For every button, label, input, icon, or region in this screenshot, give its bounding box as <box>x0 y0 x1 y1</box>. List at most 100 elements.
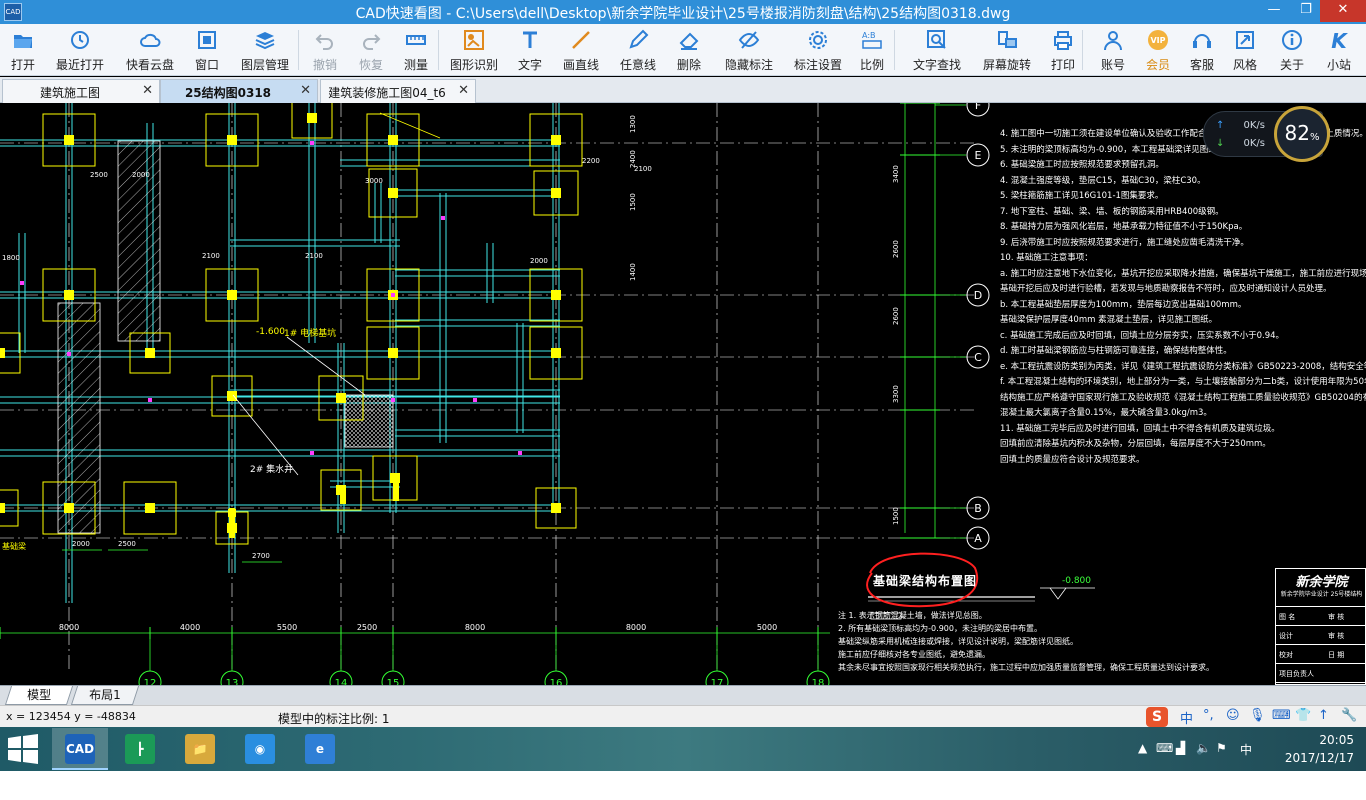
dimension-text: 8000 <box>465 623 485 632</box>
ime-item-icon[interactable]: 👕 <box>1295 708 1311 723</box>
layout-tab[interactable]: 模型 <box>4 686 74 705</box>
axis-bubble-label: D <box>974 289 982 302</box>
dim-settings-label: 标注设置 <box>793 58 842 72</box>
mini-button[interactable]: K 小站 <box>1318 26 1360 74</box>
cloud-button[interactable]: 快看云盘 <box>120 26 180 74</box>
axis-bubble-label: B <box>974 502 982 515</box>
column <box>64 290 74 300</box>
status-bar: x = 123454 y = -48834 模型中的标注比例: 1 S 中 °, ☺… <box>0 705 1366 727</box>
style-button[interactable]: 风格 <box>1226 26 1264 74</box>
freeline-button[interactable]: 任意线 <box>614 26 662 74</box>
taskbar-app-internet-explorer[interactable]: e <box>292 728 348 770</box>
ime-item-icon[interactable]: 🎙 <box>1249 708 1266 723</box>
line-button[interactable]: 画直线 <box>558 26 604 74</box>
ime-item-icon[interactable]: ↑ <box>1318 708 1329 723</box>
network-icon[interactable]: ▟ <box>1176 741 1185 755</box>
axis-bubble-label: 17 <box>711 678 724 685</box>
layout-tab-label: 模型 <box>27 688 52 702</box>
print-button[interactable]: 打印 <box>1044 26 1082 74</box>
scale-button[interactable]: A:B 比例 <box>852 26 892 74</box>
download-speed: 0K/s <box>1243 138 1265 149</box>
clock-date[interactable]: 2017/12/17 <box>1285 751 1354 765</box>
about-button[interactable]: 关于 <box>1274 26 1310 74</box>
document-tab[interactable]: 建筑施工图 ✕ <box>2 79 160 103</box>
dimension-text: 1500 <box>892 507 900 525</box>
rotate-button[interactable]: 屏幕旋转 <box>976 26 1038 74</box>
restore-icon[interactable]: ❐ <box>1292 0 1320 22</box>
open-button[interactable]: 打开 <box>6 26 40 74</box>
layout-tab[interactable]: 布局1 <box>70 686 140 705</box>
undo-button[interactable]: 撤销 <box>306 26 344 74</box>
ime-item-icon[interactable]: ☺ <box>1226 708 1240 723</box>
layers-button[interactable]: 图层管理 <box>234 26 296 74</box>
dimension-text: 5500 <box>277 623 297 632</box>
beam-marker <box>391 398 395 402</box>
document-tab[interactable]: 25结构图0318 ✕ <box>160 79 318 103</box>
clock-time[interactable]: 20:05 <box>1319 733 1354 747</box>
column <box>551 503 561 513</box>
windows-start-icon[interactable] <box>6 733 40 765</box>
shape-recognize-button[interactable]: 图形识别 <box>446 26 502 74</box>
ime-item-icon[interactable]: ⌨ <box>1272 708 1291 723</box>
elevator-pit-hatch <box>344 394 394 448</box>
measure-button[interactable]: 测量 <box>396 26 436 74</box>
column <box>388 348 398 358</box>
recent-button[interactable]: 最近打开 <box>52 26 108 74</box>
cad-viewer-icon: CAD <box>65 734 95 764</box>
dimension-text: 1500 <box>629 193 637 211</box>
design-note-line: 4. 混凝土强度等级，垫层C15，基础C30，梁柱C30。 <box>1000 175 1206 186</box>
ime-item-icon[interactable]: 中 <box>1180 708 1193 727</box>
ime-item-icon[interactable]: °, <box>1203 708 1214 723</box>
find-text-button[interactable]: 文字查找 <box>906 26 968 74</box>
dimension-text: 4000 <box>180 623 200 632</box>
title-block-row: 图 名审 核 <box>1276 607 1366 626</box>
text-button[interactable]: 文字 <box>512 26 548 74</box>
close-window-icon[interactable]: ✕ <box>1320 0 1366 22</box>
tray-ime-indicator[interactable]: 中 <box>1240 741 1252 758</box>
volume-icon[interactable]: 🔈 <box>1196 741 1211 755</box>
keyboard-icon[interactable]: ⌨ <box>1156 741 1173 755</box>
taskbar-app-cad-viewer[interactable]: CAD <box>52 728 108 770</box>
erase-button[interactable]: 删除 <box>668 26 710 74</box>
column <box>551 290 561 300</box>
sogou-ime-icon[interactable]: S <box>1146 707 1168 727</box>
service-button[interactable]: 客服 <box>1184 26 1220 74</box>
freeline-label: 任意线 <box>619 58 656 72</box>
left-edge-dim: 1800 <box>2 254 20 262</box>
taskbar-app-network-app[interactable]: ◉ <box>232 728 288 770</box>
ime-item-icon[interactable]: 🔧 <box>1341 708 1357 723</box>
shear-wall <box>340 488 346 504</box>
tab-close-icon[interactable]: ✕ <box>300 83 311 98</box>
taskbar-app-green-app[interactable]: ┣ <box>112 728 168 770</box>
scale-label: 比例 <box>859 58 884 72</box>
column <box>307 113 317 123</box>
tab-close-icon[interactable]: ✕ <box>458 83 469 98</box>
toolbar-separator <box>1082 30 1083 70</box>
hide-dims-button[interactable]: 隐藏标注 <box>718 26 780 74</box>
ime-toolbar[interactable]: S 中 °, ☺ 🎙 ⌨ 👕 ↑ 🔧 <box>1146 707 1364 727</box>
redo-button[interactable]: 恢复 <box>352 26 390 74</box>
minimize-icon[interactable]: — <box>1260 0 1288 22</box>
design-note-line: 基础梁保护层厚度40mm 素混凝土垫层，详见施工图纸。 <box>1000 315 1218 325</box>
redo-label: 恢复 <box>358 58 383 72</box>
title-block-key: 校对 <box>1279 651 1293 659</box>
open-label: 打开 <box>10 58 35 72</box>
design-note-line: 7. 地下室柱、基础、梁、墙、板的钢筋采用HRB400级钢。 <box>1000 206 1224 217</box>
annotation-scale: 模型中的标注比例: 1 <box>278 712 390 726</box>
network-speed-widget[interactable]: ↑ 0K/s ↓ 0K/s 82% <box>1203 106 1330 162</box>
design-note-line: 混凝土最大氯离子含量0.15%，最大碱含量3.0kg/m3。 <box>1000 408 1212 418</box>
dim-settings-button[interactable]: 标注设置 <box>788 26 848 74</box>
plan-foot-notes: 注 1. 表示钢筋混凝土墙，做法详见总图。 2. 所有基础梁顶标高均为-0.90… <box>838 609 1214 674</box>
vip-button[interactable]: VIP 会员 <box>1140 26 1176 74</box>
drawing-canvas[interactable]: -1.600 1# 电梯基坑 2# 集水井 基础梁 1800 2500 2000 2100 21… <box>0 103 1366 685</box>
document-tab[interactable]: 建筑装修施工图04_t6 ✕ <box>320 79 476 103</box>
tray-expand-icon[interactable]: ▲ <box>1138 741 1147 755</box>
tab-close-icon[interactable]: ✕ <box>142 83 153 98</box>
account-button[interactable]: 账号 <box>1094 26 1132 74</box>
foot-note-line: 注 1. 表示钢筋混凝土墙，做法详见总图。 <box>838 611 987 620</box>
window-button[interactable]: 窗口 <box>188 26 226 74</box>
text-label: 文字 <box>517 58 542 72</box>
taskbar-app-file-explorer[interactable]: 📁 <box>172 728 228 770</box>
flag-icon[interactable]: ⚑ <box>1216 741 1227 755</box>
recent-label: 最近打开 <box>55 58 104 72</box>
